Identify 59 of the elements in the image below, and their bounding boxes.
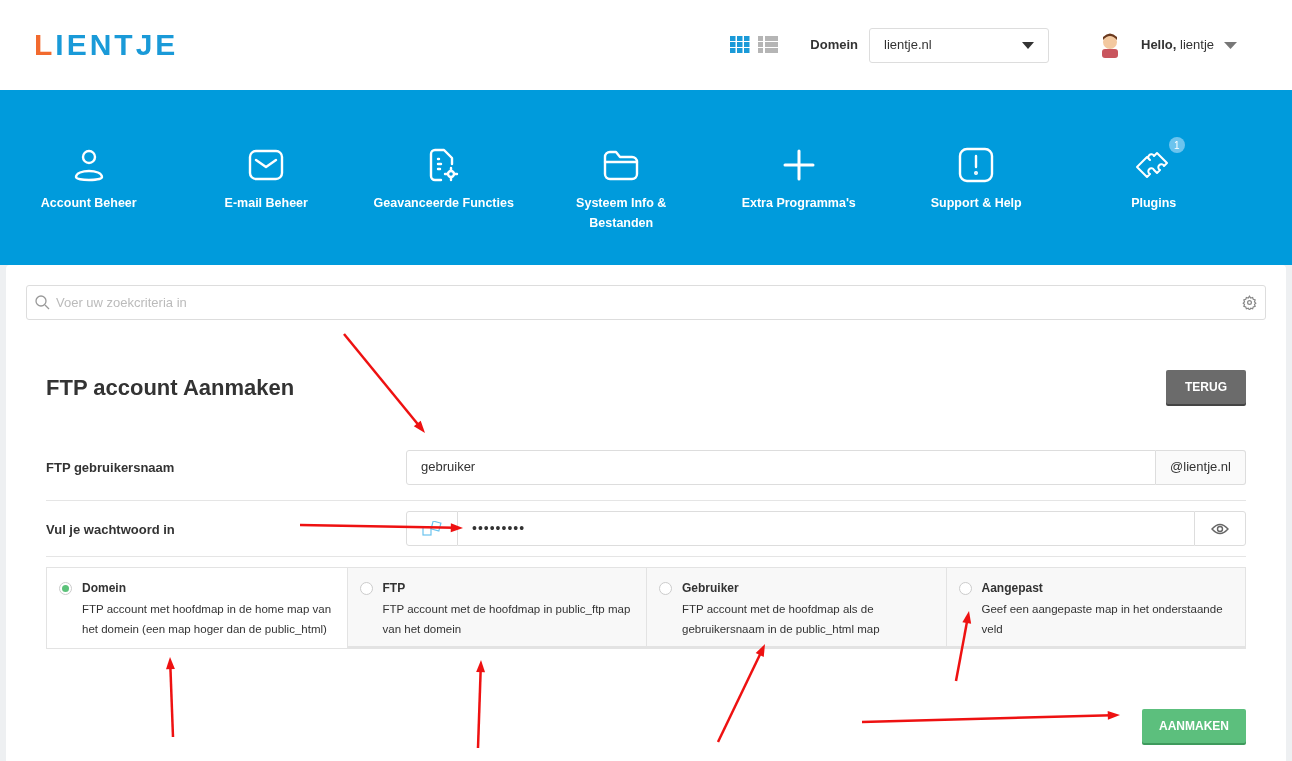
nav-label: Plugins [1130, 195, 1178, 212]
envelope-icon [248, 149, 285, 181]
show-password-button[interactable] [1194, 511, 1246, 546]
option-description: FTP account met de hoofdmap in public_ftp map van het domein [382, 602, 632, 637]
back-button[interactable]: TERUG [1166, 370, 1246, 404]
field-label: Vul je wachtwoord in [46, 521, 175, 537]
option-title: FTP [382, 580, 407, 596]
option-description: FTP account met hoofdmap in de home map van het domein (een map hoger dan de public_html) [82, 602, 333, 637]
domain-select[interactable]: lientje.nl [869, 27, 1049, 63]
folder-option[interactable]: Gebruiker FTP account met de hoofdmap als de gebruikersnaam in de public_html map [646, 568, 946, 648]
search-field[interactable]: Voer uw zoekcriteria in [26, 285, 1266, 320]
password-field[interactable]: ••••••••• [458, 511, 1194, 546]
field-label: FTP gebruikersnaam [46, 460, 175, 475]
nav-label: Systeem Info & Bestanden [575, 195, 668, 232]
option-title: Domein [82, 580, 127, 596]
search-input[interactable]: Voer uw zoekcriteria in [56, 292, 1236, 313]
caret-icon [1224, 41, 1237, 49]
grid-view-icon[interactable] [730, 36, 751, 54]
radio-button[interactable] [958, 582, 972, 595]
notification-badge: 1 [1168, 137, 1185, 153]
page-title: FTP account Aanmaken [46, 373, 295, 402]
nav-item[interactable]: Geavanceerde Functies [355, 133, 533, 265]
eye-icon [1211, 522, 1229, 535]
nav-label: Extra Programma's [740, 195, 857, 212]
nav-item[interactable]: Extra Programma's [710, 133, 888, 265]
settings-icon [1242, 295, 1257, 310]
nav-label: Geavanceerde Functies [372, 195, 515, 212]
radio-button[interactable] [359, 582, 373, 595]
radio-button[interactable] [59, 582, 72, 595]
list-view-icon[interactable] [758, 36, 779, 54]
nav-item[interactable]: E-mail Beheer [177, 133, 355, 265]
option-description: FTP account met de hoofdmap als de gebruikersnaam in de public_html map [682, 602, 881, 637]
annotation-arrow [954, 611, 972, 682]
username-field[interactable]: gebruiker [406, 449, 1157, 485]
folder-icon [603, 149, 640, 181]
option-description: Geef een aangepaste map in het onderstaande veld [981, 602, 1224, 637]
logo-letter: L [34, 28, 56, 61]
option-title: Gebruiker [682, 580, 740, 596]
folder-option[interactable]: FTP FTP account met de hoofdmap in public_ftp map van het domein [346, 568, 646, 648]
radio-button[interactable] [659, 582, 672, 595]
domain-suffix: @lientje.nl [1156, 449, 1246, 485]
nav-item[interactable]: Systeem Info & Bestanden [532, 133, 710, 265]
dice-icon [422, 520, 442, 537]
domain-label: Domein [810, 36, 858, 55]
caret-icon [1022, 41, 1034, 49]
plus-icon [781, 148, 816, 182]
nav-item[interactable]: Account Beheer [0, 133, 178, 265]
nav-label: Account Beheer [39, 195, 138, 212]
logo-text: IENTJE [55, 28, 179, 61]
option-title: Aangepast [981, 580, 1044, 596]
nav-item[interactable]: Support & Help [887, 133, 1065, 265]
nav-label: E-mail Beheer [223, 195, 309, 212]
nav-item[interactable]: 1 Plugins [1065, 133, 1243, 265]
exclamation-icon [958, 147, 995, 183]
nav-label: Support & Help [929, 195, 1023, 212]
folder-option[interactable]: Aangepast Geef een aangepaste map in het onderstaande veld [945, 568, 1245, 648]
user-menu[interactable]: Hello, lientje [1141, 35, 1237, 55]
avatar-icon [1099, 32, 1121, 58]
search-icon [35, 295, 50, 310]
